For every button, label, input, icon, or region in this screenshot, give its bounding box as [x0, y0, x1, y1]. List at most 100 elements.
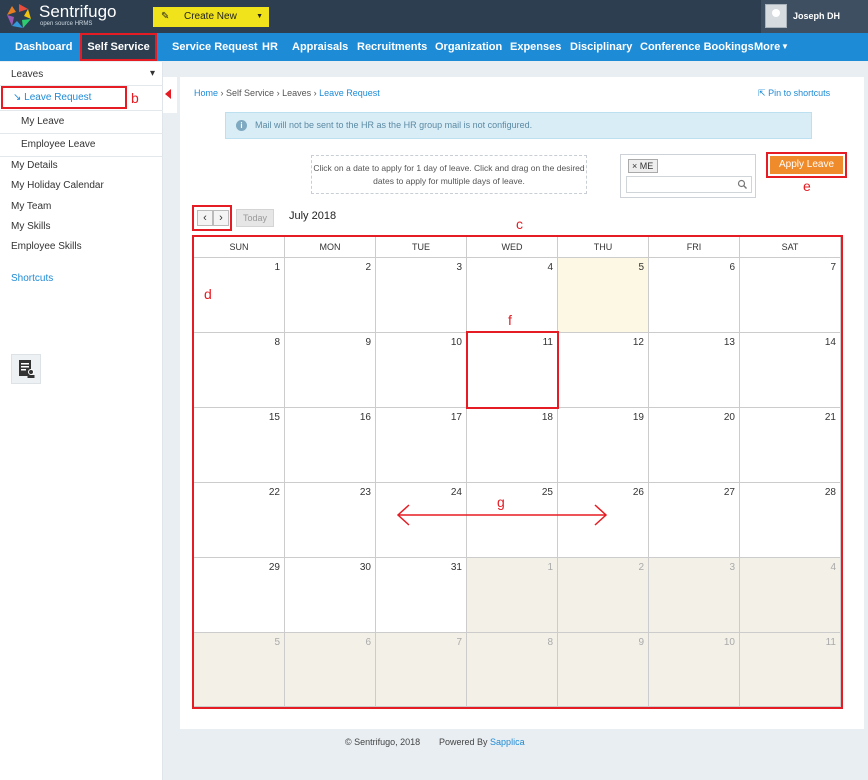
calendar-day[interactable]: 2 — [285, 258, 376, 333]
weekday-header: WED — [467, 237, 558, 258]
calendar-day[interactable]: 5 — [194, 633, 285, 707]
breadcrumb-leaves[interactable]: Leaves — [282, 88, 311, 98]
next-month-button[interactable]: › — [213, 210, 229, 226]
sidebar-item-employee-leave[interactable]: Employee Leave — [21, 139, 161, 150]
calendar-day[interactable]: 16 — [285, 408, 376, 483]
calendar-day[interactable]: 30 — [285, 558, 376, 633]
nav-dashboard[interactable]: Dashboard — [15, 33, 72, 61]
brand-name[interactable]: Sentrifugo — [39, 3, 117, 21]
shortcut-document-icon[interactable] — [11, 354, 41, 384]
nav-appraisals[interactable]: Appraisals — [292, 33, 348, 61]
calendar-day[interactable]: 20 — [649, 408, 740, 483]
calendar-day[interactable]: 9 — [558, 633, 649, 707]
sidebar-item-my-details[interactable]: My Details — [11, 160, 161, 171]
calendar-day[interactable]: 7 — [740, 258, 841, 333]
apply-leave-button[interactable]: Apply Leave — [770, 156, 843, 174]
calendar-day[interactable]: 7 — [376, 633, 467, 707]
sidebar-section-leaves[interactable]: Leaves ▾ — [11, 68, 161, 80]
nav-hr[interactable]: HR — [262, 33, 278, 61]
top-bar: Sentrifugo open source HRMS ✎ Create New… — [0, 0, 868, 33]
calendar-day[interactable]: 9 — [285, 333, 376, 408]
leave-hint: Click on a date to apply for 1 day of le… — [311, 155, 587, 194]
annotation-b: b — [131, 90, 139, 106]
nav-service-request[interactable]: Service Request — [172, 33, 258, 61]
sidebar-item-leave-request[interactable]: ↘ Leave Request — [1, 86, 127, 109]
calendar-day[interactable]: 10 — [649, 633, 740, 707]
calendar-day[interactable]: 5 — [558, 258, 649, 333]
weekday-header: SAT — [740, 237, 841, 258]
sidebar: Leaves ▾ ↘ Leave Request My Leave Employ… — [0, 62, 163, 780]
footer-powered: Powered By Sapplica — [439, 737, 525, 747]
caret-down-icon: ▼ — [256, 13, 263, 20]
calendar-day[interactable]: 13 — [649, 333, 740, 408]
pin-icon: ⇱ — [758, 88, 766, 98]
breadcrumb: Home › Self Service › Leaves › Leave Req… — [194, 88, 380, 98]
document-user-icon — [19, 360, 35, 378]
calendar-day[interactable]: 2 — [558, 558, 649, 633]
sidebar-collapse-toggle[interactable] — [163, 77, 177, 113]
sidebar-item-employee-skills[interactable]: Employee Skills — [11, 241, 161, 252]
calendar-day[interactable]: 10 — [376, 333, 467, 408]
breadcrumb-sep: › — [313, 88, 317, 98]
calendar-day[interactable]: 11 — [740, 633, 841, 707]
calendar-day[interactable]: 21 — [740, 408, 841, 483]
nav-expenses[interactable]: Expenses — [510, 33, 561, 61]
nav-disciplinary[interactable]: Disciplinary — [570, 33, 632, 61]
calendar-day[interactable]: 27 — [649, 483, 740, 558]
employee-search-input[interactable] — [626, 176, 752, 193]
footer-powered-label: Powered By — [439, 737, 488, 747]
sidebar-item-my-skills[interactable]: My Skills — [11, 221, 161, 232]
sidebar-item-my-holiday-calendar[interactable]: My Holiday Calendar — [11, 180, 161, 191]
chevron-down-icon: ▾ — [149, 68, 155, 79]
calendar-day[interactable]: 29 — [194, 558, 285, 633]
calendar-day[interactable]: 6 — [649, 258, 740, 333]
calendar-day[interactable]: 8 — [194, 333, 285, 408]
prev-month-button[interactable]: ‹ — [197, 210, 213, 226]
calendar-day[interactable]: 14 — [740, 333, 841, 408]
calendar-day[interactable]: 23 — [285, 483, 376, 558]
breadcrumb-self-service[interactable]: Self Service — [226, 88, 274, 98]
pencil-icon: ✎ — [161, 11, 170, 22]
avatar — [765, 4, 787, 28]
breadcrumb-home[interactable]: Home — [194, 88, 218, 98]
nav-more[interactable]: More — [754, 33, 780, 61]
calendar-day[interactable]: 31 — [376, 558, 467, 633]
annotation-f: f — [508, 312, 512, 328]
calendar-day[interactable]: 8 — [467, 633, 558, 707]
calendar-day[interactable]: 1 — [467, 558, 558, 633]
pin-to-shortcuts-link[interactable]: ⇱ Pin to shortcuts — [758, 88, 830, 99]
shortcuts-heading: Shortcuts — [11, 273, 54, 284]
sentrifugo-logo-icon[interactable] — [6, 3, 32, 29]
tag-remove-icon[interactable]: × — [632, 161, 637, 171]
nav-conference-bookings[interactable]: Conference Bookings — [640, 33, 754, 61]
info-alert: i Mail will not be sent to the HR as the… — [225, 112, 812, 139]
calendar-day[interactable]: 6 — [285, 633, 376, 707]
employee-tag[interactable]: × ME — [628, 159, 659, 173]
employee-selector[interactable]: × ME — [620, 154, 756, 198]
calendar-day[interactable]: 28 — [740, 483, 841, 558]
calendar-day[interactable]: 12 — [558, 333, 649, 408]
breadcrumb-sep: › — [276, 88, 280, 98]
sidebar-item-my-leave[interactable]: My Leave — [21, 116, 161, 127]
calendar-day[interactable]: 19 — [558, 408, 649, 483]
footer-company-link[interactable]: Sapplica — [490, 737, 525, 747]
calendar-day[interactable]: 18 — [467, 408, 558, 483]
create-new-button[interactable]: ✎ Create New ▼ — [153, 7, 269, 27]
footer-copyright: © Sentrifugo, 2018 — [345, 737, 421, 747]
pin-label: Pin to shortcuts — [768, 88, 831, 98]
calendar-day[interactable]: 15 — [194, 408, 285, 483]
sidebar-item-my-team[interactable]: My Team — [11, 201, 161, 212]
nav-self-service[interactable]: Self Service — [80, 33, 157, 61]
nav-recruitments[interactable]: Recruitments — [357, 33, 427, 61]
calendar-day[interactable]: 3 — [376, 258, 467, 333]
annotation-g: g — [497, 494, 505, 510]
weekday-header: SUN — [194, 237, 285, 258]
nav-organization[interactable]: Organization — [435, 33, 502, 61]
today-button[interactable]: Today — [236, 209, 274, 227]
calendar-day[interactable]: 4 — [467, 258, 558, 333]
user-menu[interactable]: Joseph DH — [761, 0, 868, 33]
calendar-day[interactable]: 22 — [194, 483, 285, 558]
calendar-day[interactable]: 17 — [376, 408, 467, 483]
calendar-day[interactable]: 3 — [649, 558, 740, 633]
calendar-day[interactable]: 4 — [740, 558, 841, 633]
